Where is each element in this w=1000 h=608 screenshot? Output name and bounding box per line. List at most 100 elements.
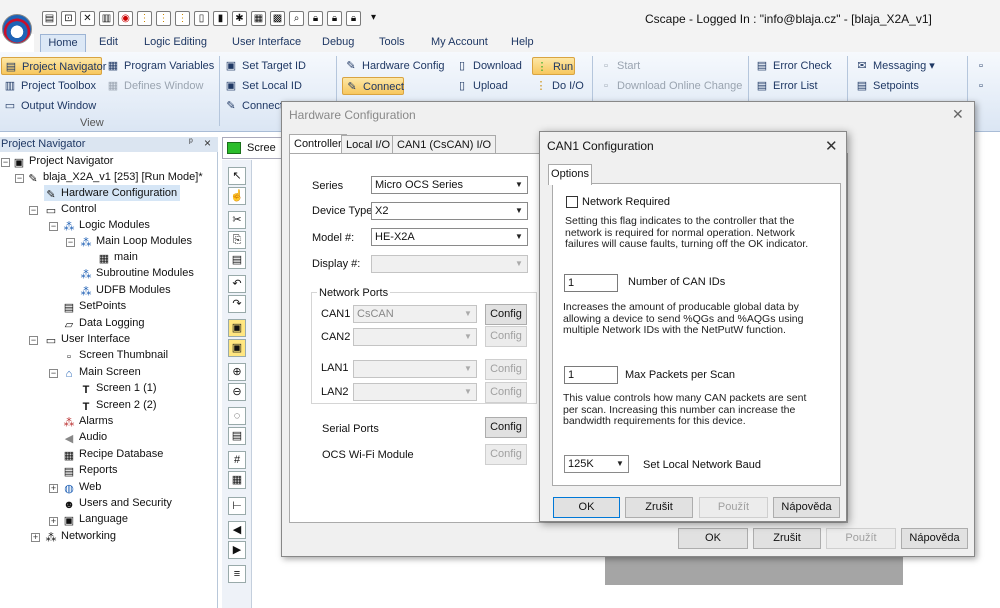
tree-users-and-security[interactable]: ☻ Users and Security (62, 495, 172, 511)
output-window-button[interactable]: ▭ Output Window (1, 97, 96, 115)
tree-subroutine-modules[interactable]: ⁂ Subroutine Modules (79, 265, 194, 281)
zoom-in-icon[interactable]: ⊕ (228, 363, 246, 381)
tree-audio[interactable]: ◀ Audio (62, 429, 107, 445)
tree-setpoints[interactable]: ▤ SetPoints (62, 298, 126, 314)
snap-grid-icon[interactable]: ▦ (228, 471, 246, 489)
unlock-icon[interactable]: 🔒︎ (327, 11, 342, 26)
tree-user-interface[interactable]: ▭ User Interface (44, 331, 130, 347)
can-apply-button[interactable]: Použít (699, 497, 768, 518)
can-ok-button[interactable]: OK (553, 497, 620, 518)
project-navigator-button[interactable]: ▤ Project Navigator (1, 57, 106, 75)
debug-icon[interactable]: ✱ (232, 11, 247, 26)
tools-icon[interactable]: ✕ (80, 11, 95, 26)
collapse-icon[interactable]: − (29, 206, 38, 215)
tooltip-icon[interactable]: ◌ (228, 407, 246, 425)
grid-icon[interactable]: ▩ (270, 11, 285, 26)
save-all-icon[interactable]: ⊡ (61, 11, 76, 26)
tree-reports[interactable]: ▤ Reports (62, 462, 118, 478)
tree-udfb-modules[interactable]: ⁂ UDFB Modules (79, 282, 171, 298)
copy-icon[interactable]: ⎘ (228, 231, 246, 249)
quick-access-dropdown-icon[interactable]: ▾ (371, 12, 376, 23)
set-target-id-button[interactable]: ▣ Set Target ID (222, 57, 306, 75)
can-help-button[interactable]: Nápověda (773, 497, 840, 518)
properties-icon[interactable]: ▤ (228, 427, 246, 445)
tab-local-io[interactable]: Local I/O (341, 135, 396, 155)
series-dropdown[interactable]: Micro OCS Series ▼ (371, 176, 528, 194)
menu-my-account[interactable]: My Account (431, 36, 488, 48)
id-icon[interactable]: ▯ (194, 11, 209, 26)
lock-all-icon[interactable]: 🔒︎ (346, 11, 361, 26)
set-local-id-button[interactable]: ▣ Set Local ID (222, 77, 302, 95)
hw-help-button[interactable]: Nápověda (901, 528, 968, 549)
start-button[interactable]: ▫ Start (597, 57, 640, 75)
display-dropdown[interactable]: ▼ (371, 255, 528, 273)
model-dropdown[interactable]: HE-X2A ▼ (371, 228, 528, 246)
overflow-button-2[interactable]: ▫ (972, 77, 1000, 95)
menu-edit[interactable]: Edit (99, 36, 118, 48)
expand-icon[interactable]: + (49, 517, 58, 526)
menu-help[interactable]: Help (511, 36, 534, 48)
network-required-checkbox[interactable] (566, 196, 578, 208)
messaging-button[interactable]: ✉ Messaging ▾ (853, 57, 934, 75)
expand-icon[interactable]: + (31, 533, 40, 542)
cut-icon[interactable]: ✂ (228, 211, 246, 229)
collapse-icon[interactable]: − (29, 336, 38, 345)
can-cancel-button[interactable]: Zrušit (625, 497, 693, 518)
wifi-config-button[interactable]: Config (485, 444, 527, 465)
stop-icon[interactable]: ◉ (118, 11, 133, 26)
paste-icon[interactable]: ▤ (228, 251, 246, 269)
tree-data-logging[interactable]: ▱ Data Logging (62, 315, 145, 331)
error-check-button[interactable]: ▤ Error Check (753, 57, 832, 75)
menu-user-interface[interactable]: User Interface (232, 36, 301, 48)
hardware-config-button[interactable]: ✎ Hardware Config (342, 57, 444, 75)
can1-dropdown[interactable]: CsCAN ▼ (353, 305, 477, 323)
serial-ports-config-button[interactable]: Config (485, 417, 527, 438)
can1-config-button[interactable]: Config (485, 304, 527, 325)
setpoints-button[interactable]: ▤ Setpoints (853, 77, 919, 95)
expand-icon[interactable]: + (49, 484, 58, 493)
menu-debug[interactable]: Debug (322, 36, 354, 48)
collapse-icon[interactable]: − (15, 174, 24, 183)
menu-logic-editing[interactable]: Logic Editing (144, 36, 207, 48)
tree-screen-thumbnail[interactable]: ▫ Screen Thumbnail (62, 347, 168, 363)
do-io-button[interactable]: ⋮ Do I/O (532, 77, 584, 95)
ruler-icon[interactable]: ⊢ (228, 497, 246, 515)
list-icon[interactable]: ≡ (228, 565, 246, 583)
connect-small-button[interactable]: ✎ Connect (222, 97, 283, 115)
redo-icon[interactable]: ↷ (228, 295, 246, 313)
tab-can1-io[interactable]: CAN1 (CsCAN) I/O (392, 135, 497, 155)
hw-ok-button[interactable]: OK (678, 528, 748, 549)
tree-recipe-database[interactable]: ▦ Recipe Database (62, 446, 164, 462)
ungroup-icon[interactable]: ▣ (228, 339, 246, 357)
hardware-icon[interactable]: ▦ (251, 11, 266, 26)
hand-tool-icon[interactable]: ☝ (228, 187, 246, 205)
program-variables-button[interactable]: ▦ Program Variables (104, 57, 214, 75)
navigator-close-icon[interactable]: × (204, 136, 211, 150)
tree-language[interactable]: ▣ Language (62, 511, 128, 527)
previous-screen-icon[interactable]: ◀ (228, 521, 246, 539)
device-type-dropdown[interactable]: X2 ▼ (371, 202, 528, 220)
app-logo-icon[interactable] (2, 14, 32, 44)
can2-config-button[interactable]: Config (485, 326, 527, 347)
traffic-light-stop-icon[interactable]: ⋮ (175, 11, 190, 26)
defines-window-button[interactable]: ▦ Defines Window (104, 77, 204, 95)
menu-tools[interactable]: Tools (379, 36, 405, 48)
collapse-icon[interactable]: − (66, 238, 75, 247)
lan2-dropdown[interactable]: ▼ (353, 383, 477, 401)
tab-options[interactable]: Options (548, 164, 592, 185)
io-icon[interactable]: ▮ (213, 11, 228, 26)
overflow-button-1[interactable]: ▫ (972, 57, 1000, 75)
tree-control[interactable]: ▭ Control (44, 201, 97, 217)
download-button[interactable]: ▯ Download (453, 57, 522, 75)
error-list-button[interactable]: ▤ Error List (753, 77, 818, 95)
tree-networking[interactable]: ⁂ Networking (44, 528, 117, 544)
tree-logic-modules[interactable]: ⁂ Logic Modules (62, 217, 150, 233)
can1-dialog-close-icon[interactable]: ✕ (825, 137, 838, 155)
baud-dropdown[interactable]: 125K ▼ (564, 455, 629, 473)
run-button[interactable]: ⋮ Run (532, 57, 575, 75)
traffic-light-run-icon[interactable]: ⋮ (156, 11, 171, 26)
download-online-change-button[interactable]: ▫ Download Online Change (597, 77, 742, 95)
hw-apply-button[interactable]: Použít (826, 528, 896, 549)
pointer-tool-icon[interactable]: ↖ (228, 167, 246, 185)
traffic-light-icon[interactable]: ⋮ (137, 11, 152, 26)
